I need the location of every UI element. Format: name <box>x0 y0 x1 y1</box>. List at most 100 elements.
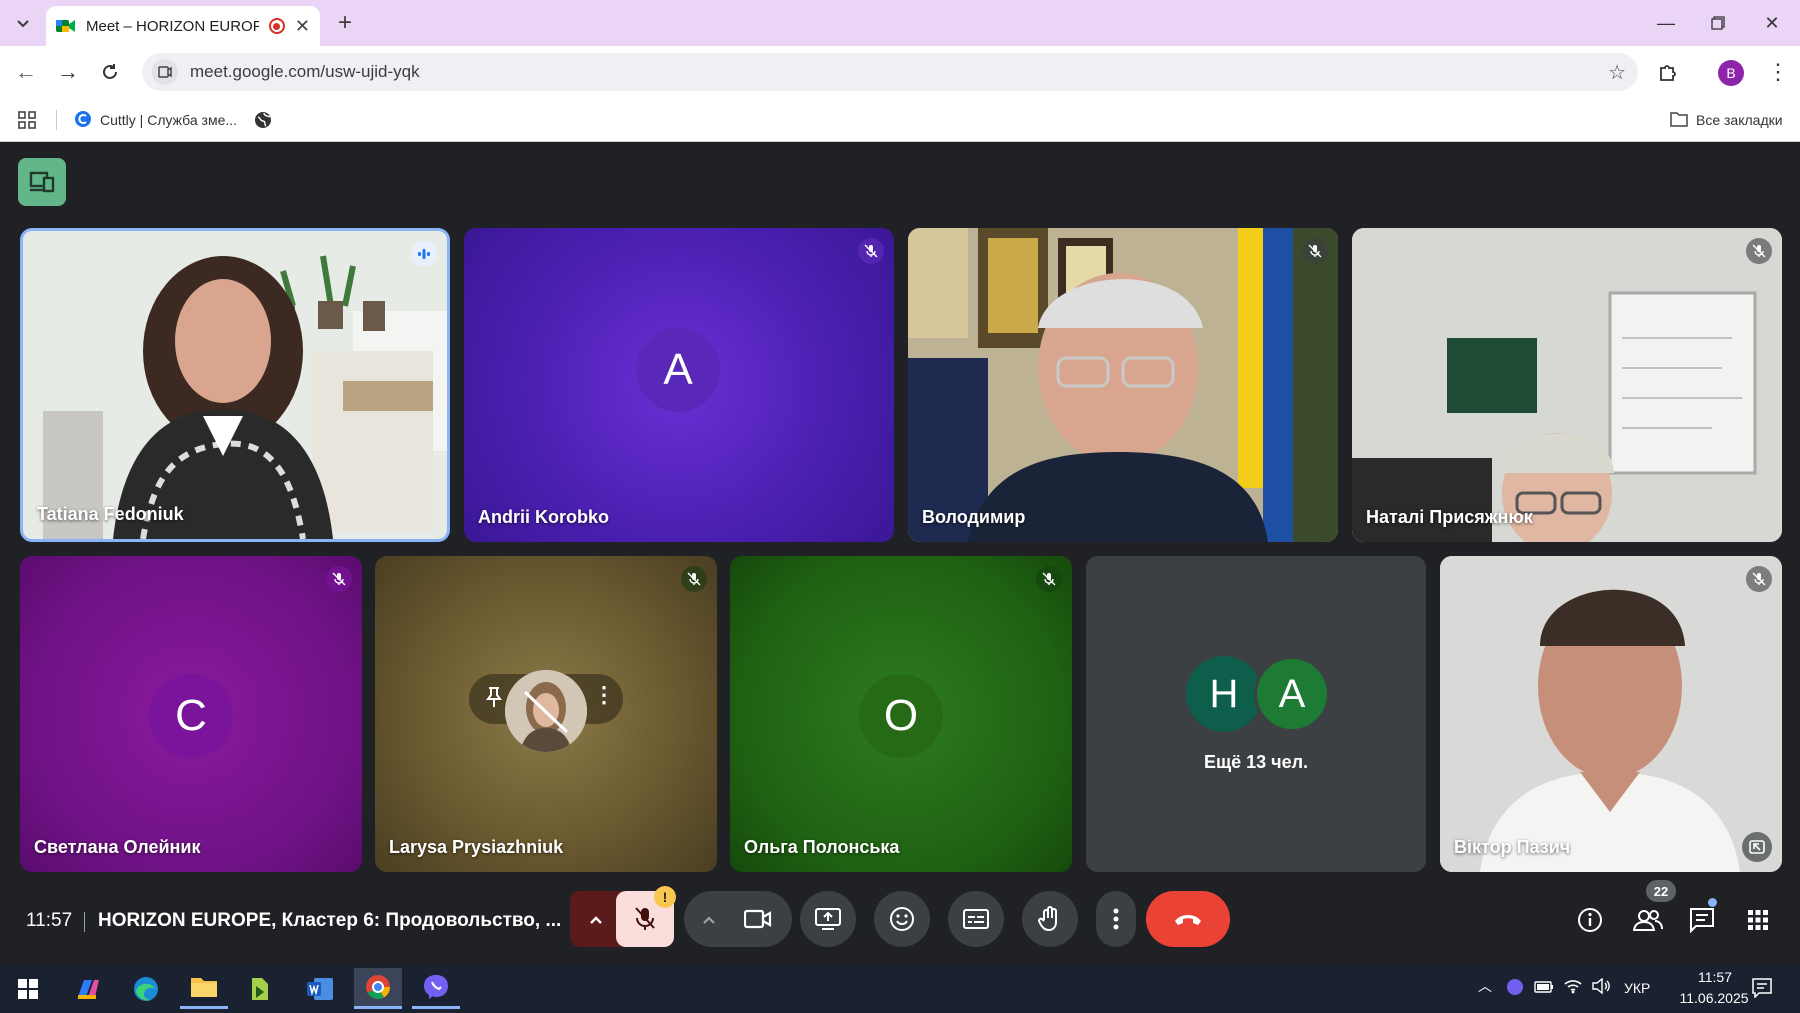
taskbar-time[interactable]: 11:57 <box>1680 969 1750 985</box>
url-text: meet.google.com/usw-ujid-yqk <box>190 62 420 81</box>
video-options-chevron-icon[interactable] <box>694 908 724 932</box>
viber-tray-icon[interactable] <box>1506 978 1524 1001</box>
mic-off-icon <box>326 566 352 592</box>
close-window-icon[interactable]: ✕ <box>1752 8 1792 38</box>
back-arrow-icon[interactable]: ← <box>8 54 44 90</box>
video-feed-natali <box>1352 228 1782 542</box>
camera-toggle-button[interactable] <box>730 902 786 936</box>
leave-call-button[interactable] <box>1146 891 1230 947</box>
participant-tile[interactable]: Володимир <box>908 228 1338 542</box>
notifications-icon[interactable] <box>1752 978 1772 1003</box>
captions-button[interactable] <box>948 891 1004 947</box>
meeting-time: 11:57 <box>26 910 73 931</box>
companion-mode-icon[interactable] <box>18 158 66 206</box>
participant-avatar: A <box>636 328 720 412</box>
participant-name: Andrii Korobko <box>478 507 609 527</box>
google-meet-icon <box>56 18 76 34</box>
tab-title: Meet – HORIZON EUROPE, <box>86 17 259 35</box>
mic-off-icon <box>1036 566 1062 592</box>
taskbar-date[interactable]: 11.06.2025 <box>1666 990 1762 1006</box>
bookmarks-bar: Cuttly | Служба зме... Все закладки <box>0 98 1800 142</box>
all-bookmarks-label: Все закладки <box>1696 112 1783 128</box>
video-feed-viktor <box>1440 556 1782 872</box>
participant-tile[interactable]: Віктор Пазич <box>1440 556 1782 872</box>
viber-icon[interactable] <box>412 968 460 1009</box>
raise-hand-button[interactable] <box>1022 891 1078 947</box>
present-screen-button[interactable] <box>800 891 856 947</box>
participant-tile[interactable]: Tatiana Fedoniuk <box>20 228 450 542</box>
meeting-title: HORIZON EUROPE, Кластер 6: Продовольство… <box>98 910 562 931</box>
apps-grid-icon[interactable] <box>18 106 36 134</box>
browser-menu-icon[interactable]: ⋮ <box>1760 54 1796 90</box>
windows-taskbar: ︿ УКР 11:57 11.06.2025 <box>0 964 1800 1013</box>
mic-off-icon <box>858 238 884 264</box>
file-explorer-icon[interactable] <box>180 968 228 1009</box>
people-icon[interactable] <box>1628 902 1668 938</box>
tray-overflow-chevron-icon[interactable]: ︿ <box>1478 976 1492 996</box>
extensions-puzzle-icon[interactable] <box>1650 54 1686 90</box>
participant-name: Larysa Prysiazhniuk <box>389 837 564 857</box>
participant-avatar: С <box>149 674 233 758</box>
participant-tile[interactable]: A Andrii Korobko <box>464 228 894 542</box>
divider <box>84 912 85 932</box>
participant-name: Наталі Присяжнюк <box>1366 507 1533 527</box>
pin-icon[interactable] <box>485 686 503 713</box>
profile-avatar[interactable]: B <box>1718 60 1744 86</box>
meeting-controls-bar: 11:57 HORIZON EUROPE, Кластер 6: Продово… <box>0 880 1800 964</box>
participant-tile[interactable]: Наталі Присяжнюк <box>1352 228 1782 542</box>
copilot-icon[interactable] <box>64 968 112 1009</box>
participant-name: Ольга Полонська <box>744 837 900 857</box>
bookmark-cuttly[interactable]: Cuttly | Служба зме... <box>74 106 237 134</box>
more-options-button[interactable] <box>1096 891 1136 947</box>
restore-window-icon[interactable] <box>1698 8 1738 38</box>
video-feed-volodymyr <box>908 228 1338 542</box>
participant-tile[interactable]: О Ольга Полонська <box>730 556 1072 872</box>
speaking-indicator-icon <box>411 241 437 267</box>
activities-grid-icon[interactable] <box>1740 902 1776 938</box>
green-app-icon[interactable] <box>236 968 284 1009</box>
meet-stage: Tatiana Fedoniuk A Andrii Korobko Володи… <box>0 142 1800 964</box>
edge-browser-icon[interactable] <box>122 968 170 1009</box>
video-feed-tatiana <box>23 231 447 539</box>
new-tab-plus-icon[interactable]: + <box>330 8 360 38</box>
tab-meet[interactable]: Meet – HORIZON EUROPE, ✕ <box>46 6 320 46</box>
folder-icon <box>1670 111 1688 130</box>
emoji-reactions-button[interactable] <box>874 891 930 947</box>
reload-icon[interactable] <box>92 54 128 90</box>
wifi-icon[interactable] <box>1564 978 1582 999</box>
mic-off-icon <box>1746 238 1772 264</box>
globe-bookmark-icon[interactable] <box>254 106 272 134</box>
minimize-window-icon[interactable]: — <box>1646 8 1686 38</box>
cuttly-icon <box>74 110 92 131</box>
windows-start-icon[interactable] <box>4 968 52 1009</box>
address-bar[interactable]: meet.google.com/usw-ujid-yqk ☆ <box>142 53 1638 91</box>
bookmark-label: Cuttly | Служба зме... <box>100 112 238 128</box>
participant-tile[interactable]: ⋮ Larysa Prysiazhniuk <box>375 556 717 872</box>
meeting-details-info-icon[interactable] <box>1572 902 1608 938</box>
battery-icon[interactable] <box>1534 980 1554 998</box>
browser-toolbar: ← → meet.google.com/usw-ujid-yqk ☆ B ⋮ <box>0 46 1800 98</box>
participant-tile[interactable]: С Светлана Олейник <box>20 556 362 872</box>
browser-tab-strip: Meet – HORIZON EUROPE, ✕ + — ✕ <box>0 0 1800 46</box>
chat-unread-dot <box>1708 898 1717 907</box>
volume-icon[interactable] <box>1592 977 1612 999</box>
warning-badge: ! <box>654 886 676 908</box>
tab-search-chevron-icon[interactable] <box>8 8 38 38</box>
mic-off-icon <box>1746 566 1772 592</box>
bookmark-star-icon[interactable]: ☆ <box>1608 60 1626 85</box>
overflow-avatar: Н <box>1186 656 1262 732</box>
site-info-icon[interactable] <box>152 59 178 85</box>
microsoft-word-icon[interactable] <box>296 968 344 1009</box>
close-tab-icon[interactable]: ✕ <box>295 16 310 37</box>
audio-options-chevron-icon[interactable] <box>578 908 614 932</box>
input-language[interactable]: УКР <box>1624 980 1650 996</box>
more-options-icon[interactable]: ⋮ <box>593 682 615 708</box>
chat-icon[interactable] <box>1684 902 1720 938</box>
all-bookmarks[interactable]: Все закладки <box>1670 106 1783 134</box>
more-participants-label: Ещё 13 чел. <box>1203 752 1309 772</box>
forward-arrow-icon[interactable]: → <box>50 54 86 90</box>
picture-in-picture-icon[interactable] <box>1742 832 1772 862</box>
more-participants-tile[interactable]: Н А Ещё 13 чел. <box>1086 556 1426 872</box>
chrome-browser-icon[interactable] <box>354 968 402 1009</box>
self-avatar <box>505 670 587 752</box>
